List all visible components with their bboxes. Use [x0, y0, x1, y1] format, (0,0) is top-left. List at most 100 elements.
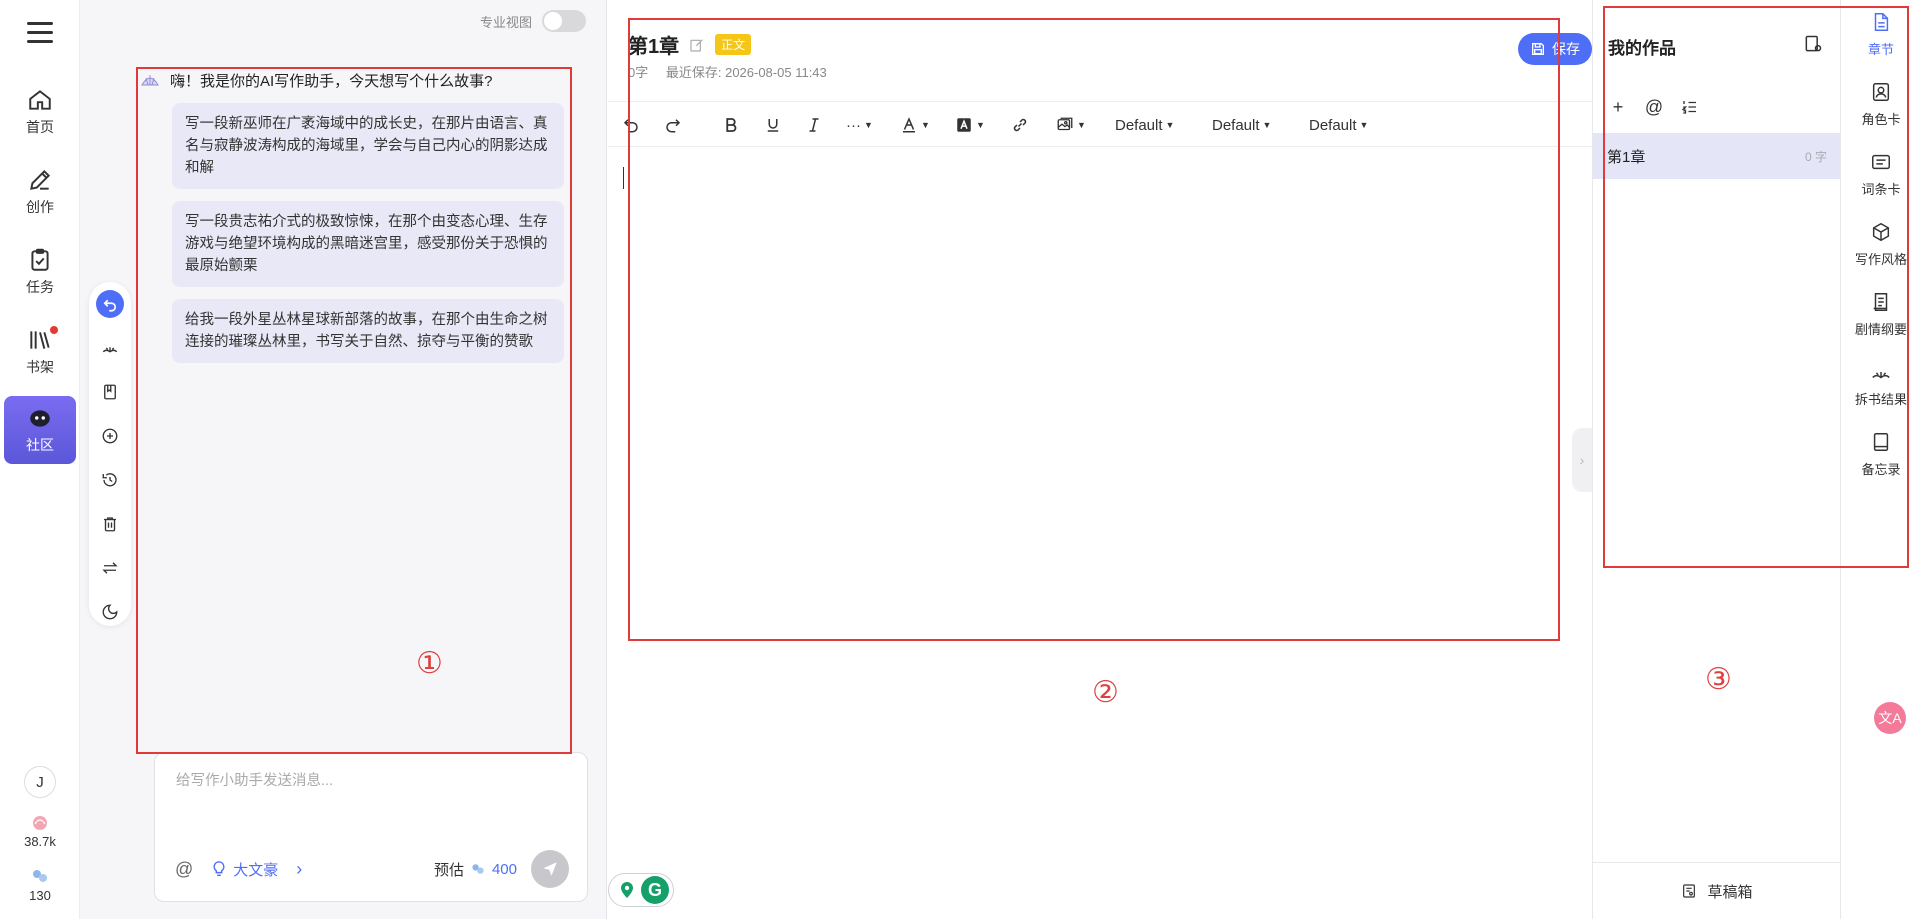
- text-cursor[interactable]: [623, 167, 624, 189]
- nav-item-tasks[interactable]: 任务: [4, 238, 76, 306]
- highlight-button[interactable]: ▼: [955, 112, 985, 138]
- book-button[interactable]: [96, 378, 124, 406]
- menu-icon[interactable]: [27, 22, 53, 44]
- message-input-box[interactable]: 给写作小助手发送消息... @ 大文豪 › 预估 400: [154, 752, 588, 902]
- rail-item-split-results[interactable]: 拆书结果: [1841, 354, 1920, 414]
- home-icon: [29, 90, 51, 110]
- send-button[interactable]: [531, 850, 569, 888]
- pro-view-toggle[interactable]: [542, 10, 586, 32]
- more-button[interactable]: ··· ▼: [846, 112, 873, 138]
- select-value: Default: [1309, 116, 1357, 134]
- chevron-right-icon[interactable]: ›: [296, 859, 302, 880]
- chapter-list-item[interactable]: 第1章 0 字: [1593, 133, 1841, 179]
- portrait-icon: [1872, 82, 1890, 101]
- assistant-greeting: 嗨！我是你的AI写作助手，今天想写个什么故事?: [140, 70, 580, 91]
- link-button[interactable]: [1011, 112, 1029, 138]
- chapter-type-badge: 正文: [715, 34, 752, 55]
- underline-icon: [767, 119, 779, 132]
- rail-item-outline[interactable]: 剧情纲要: [1841, 284, 1920, 344]
- save-button[interactable]: 保存: [1518, 33, 1592, 65]
- rail-item-memo[interactable]: 备忘录: [1841, 424, 1920, 484]
- trash-icon: [104, 517, 116, 532]
- undo-arrow-icon: [103, 299, 117, 312]
- chat-area: 嗨！我是你的AI写作助手，今天想写个什么故事? 写一段新巫师在广袤海域中的成长史…: [140, 70, 580, 375]
- avatar[interactable]: J: [24, 766, 56, 798]
- split-book-button[interactable]: [96, 334, 124, 362]
- select-value: Default: [1115, 116, 1163, 134]
- font-family-select[interactable]: Default ▼: [1115, 112, 1174, 138]
- swap-button[interactable]: [96, 554, 124, 582]
- italic-button[interactable]: [805, 112, 823, 138]
- ai-assistant-panel: 专业视图 嗨！我是你的AI写作助手，今天想写个什么故事? 写一段新巫师在广袤海域…: [80, 0, 607, 919]
- caret-down-icon: ▼: [1262, 120, 1272, 130]
- at-icon: @: [1644, 96, 1664, 117]
- last-saved: 最近保存: 2026-08-05 11:43: [665, 65, 827, 80]
- works-tools: + @: [1608, 97, 1700, 117]
- word-count: 0字: [628, 65, 649, 80]
- font-size-select[interactable]: Default ▼: [1212, 112, 1271, 138]
- rail-label: 角色卡: [1861, 111, 1901, 127]
- caret-down-icon: ▼: [1165, 120, 1175, 130]
- add-chapter-button[interactable]: +: [1608, 97, 1628, 117]
- nav-item-bookshelf[interactable]: 书架: [4, 318, 76, 386]
- drops-icon: [33, 870, 47, 882]
- nav-item-home[interactable]: 首页: [4, 78, 76, 146]
- nav-label: 书架: [26, 359, 54, 375]
- back-button[interactable]: [96, 290, 124, 318]
- save-label: 保存: [1552, 41, 1580, 57]
- drafts-button[interactable]: 草稿箱: [1593, 862, 1841, 919]
- drops-stat[interactable]: 130: [10, 866, 70, 903]
- edit-icon[interactable]: [689, 37, 705, 53]
- image-button[interactable]: ▼: [1056, 112, 1086, 138]
- shells-stat[interactable]: 38.7k: [10, 812, 70, 849]
- undo-button[interactable]: [622, 112, 640, 138]
- assistant-vertical-toolbar: [89, 282, 131, 626]
- plus-circle-icon: [102, 428, 118, 444]
- mode-selector[interactable]: 大文豪: [211, 859, 278, 880]
- delete-button[interactable]: [96, 510, 124, 538]
- bold-button[interactable]: [722, 112, 740, 138]
- grammarly-widget[interactable]: G: [608, 873, 674, 907]
- add-button[interactable]: [96, 422, 124, 450]
- chevron-right-icon: ›: [1579, 452, 1585, 468]
- right-tool-rail: 章节 角色卡 词条卡 写作风格 剧情纲要 拆书结果 备忘录 文A: [1840, 0, 1920, 919]
- theme-button[interactable]: [96, 598, 124, 626]
- history-button[interactable]: [96, 466, 124, 494]
- swap-icon: [102, 562, 118, 574]
- rail-item-chapters[interactable]: 章节: [1841, 4, 1920, 64]
- underline-button[interactable]: [764, 112, 782, 138]
- mode-label: 大文豪: [233, 861, 279, 879]
- mention-button[interactable]: @: [175, 859, 193, 880]
- panel-collapse-toggle[interactable]: ›: [1572, 428, 1592, 492]
- rail-label: 备忘录: [1861, 461, 1901, 477]
- italic-icon: [809, 118, 819, 132]
- caret-down-icon: ▼: [921, 120, 930, 130]
- rail-item-entries[interactable]: 词条卡: [1841, 144, 1920, 204]
- chapter-word-count: 0 字: [1804, 149, 1827, 164]
- rail-item-characters[interactable]: 角色卡: [1841, 74, 1920, 134]
- pro-view-switch[interactable]: 专业视图: [480, 10, 586, 32]
- manage-icon[interactable]: [1803, 34, 1823, 54]
- book-icon: [104, 384, 116, 400]
- line-height-select[interactable]: Default ▼: [1309, 112, 1368, 138]
- nav-item-create[interactable]: 创作: [4, 158, 76, 226]
- font-color-button[interactable]: ▼: [900, 112, 930, 138]
- rail-item-style[interactable]: 写作风格: [1841, 214, 1920, 274]
- notebook-icon: [1873, 432, 1889, 451]
- caret-down-icon: ▼: [1077, 120, 1086, 130]
- annotation-number: ①: [416, 646, 443, 681]
- message-input-placeholder: 给写作小助手发送消息...: [176, 773, 334, 789]
- drafts-icon: [1683, 884, 1696, 898]
- estimate-value: 400: [491, 860, 517, 878]
- mention-button[interactable]: @: [1644, 97, 1664, 117]
- suggestion-card[interactable]: 写一段新巫师在广袤海域中的成长史，在那片由语言、真名与寂静波涛构成的海域里，学会…: [172, 103, 564, 189]
- greeting-text: 嗨！我是你的AI写作助手，今天想写个什么故事?: [170, 73, 493, 90]
- suggestion-card[interactable]: 给我一段外星丛林星球新部落的故事，在那个由生命之树连接的璀璨丛林里，书写关于自然…: [172, 299, 564, 363]
- rail-label: 拆书结果: [1854, 391, 1907, 407]
- chapter-title[interactable]: 第1章: [628, 30, 679, 59]
- redo-button[interactable]: [664, 112, 682, 138]
- translate-button[interactable]: 文A: [1874, 702, 1906, 734]
- suggestion-card[interactable]: 写一段贵志祐介式的极致惊悚，在那个由变态心理、生存游戏与绝望环境构成的黑暗迷宫里…: [172, 201, 564, 287]
- nav-item-community[interactable]: 社区: [4, 396, 76, 464]
- sort-button[interactable]: [1680, 97, 1700, 117]
